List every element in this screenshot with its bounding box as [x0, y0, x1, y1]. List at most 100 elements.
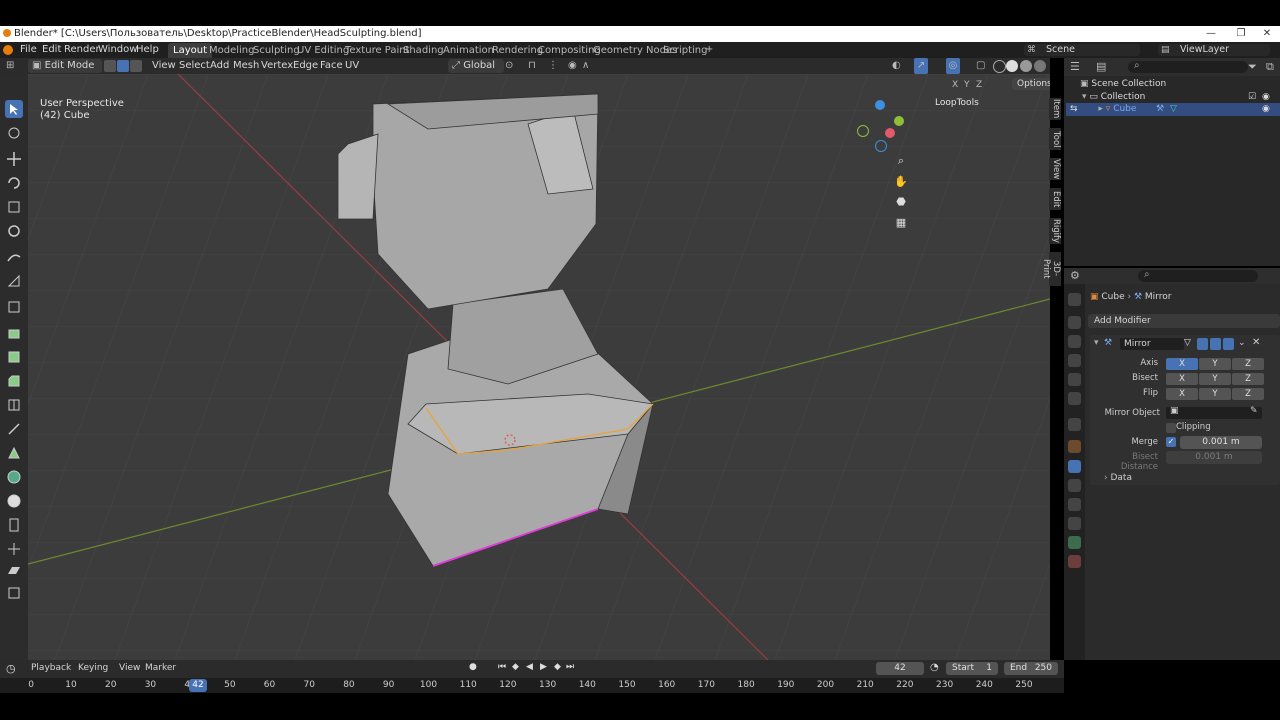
viewport-toggle-icon[interactable] [1210, 338, 1221, 350]
sidebar-tab-view[interactable]: View [1049, 158, 1061, 180]
ortho-grid-icon[interactable]: ▦ [890, 216, 912, 229]
outliner-editor-icon[interactable]: ☰ [1070, 60, 1080, 73]
cursor-tool-icon[interactable] [5, 124, 23, 142]
properties-editor-icon[interactable]: ⚙ [1070, 269, 1080, 282]
display-mode-icon[interactable]: ▤ [1096, 60, 1106, 73]
tool-props-tab-icon[interactable] [1068, 293, 1081, 306]
menu-view[interactable]: View [152, 58, 176, 74]
mirror-object-field[interactable]: ▣ ✎ [1166, 406, 1262, 419]
rip-tool-icon[interactable] [5, 584, 23, 602]
edge-slide-tool-icon[interactable] [5, 516, 23, 534]
vertex-select-icon[interactable] [104, 60, 116, 72]
bisect-y-toggle[interactable]: Y [1199, 373, 1231, 385]
mode-dropdown[interactable]: ▣ Edit Mode [28, 59, 102, 73]
properties-search-input[interactable]: ⌕ [1138, 269, 1258, 282]
constraints-props-tab-icon[interactable] [1068, 517, 1081, 530]
options-dropdown[interactable]: Options [1012, 78, 1050, 90]
clipping-checkbox[interactable] [1166, 423, 1176, 433]
menu-uv[interactable]: UV [345, 58, 359, 74]
bisect-z-toggle[interactable]: Z [1232, 373, 1264, 385]
shear-tool-icon[interactable] [5, 562, 23, 580]
wireframe-shading-icon[interactable] [993, 60, 1006, 73]
marker-menu[interactable]: Marker [145, 663, 176, 673]
3d-viewport[interactable]: User Perspective (42) Cube ⌕ ✋ ⬣ ▦ LoopT… [28, 74, 1050, 660]
collection-props-tab-icon[interactable] [1068, 418, 1081, 431]
sidebar-tab-3d-print[interactable]: 3D-Print [1041, 252, 1061, 286]
add-workspace-button[interactable]: + [701, 42, 717, 58]
modifier-menu-icon[interactable]: ⌄ [1238, 338, 1246, 348]
record-keyframe-icon[interactable]: ● [469, 662, 477, 672]
sidebar-tab-tool[interactable]: Tool [1049, 128, 1061, 150]
play-reverse-icon[interactable]: ◀ [526, 662, 533, 672]
visibility-icon[interactable]: ◐ [892, 58, 901, 74]
render-props-tab-icon[interactable] [1068, 316, 1081, 329]
axis-x-toggle[interactable]: X [1166, 358, 1198, 370]
outliner-search-input[interactable]: ⌕ [1128, 60, 1248, 73]
edit-cage-icon[interactable]: ▽ [1184, 338, 1195, 350]
filter-icon[interactable]: ⏷ [1248, 60, 1257, 74]
inset-tool-icon[interactable] [5, 348, 23, 366]
sidebar-tab-item[interactable]: Item [1049, 98, 1061, 120]
shrink-fatten-tool-icon[interactable] [5, 540, 23, 558]
edit-mode-toggle-icon[interactable] [1197, 338, 1208, 350]
add-modifier-button[interactable]: Add Modifier [1088, 314, 1280, 328]
loop-cut-tool-icon[interactable] [5, 396, 23, 414]
prev-keyframe-icon[interactable]: ◆ [512, 662, 519, 672]
annotate-tool-icon[interactable] [5, 248, 23, 266]
modifier-collapse-icon[interactable]: ▾ [1094, 338, 1099, 348]
knife-tool-icon[interactable] [5, 420, 23, 438]
outliner-cube-row[interactable]: ⇆ ▸ ▿ Cube ⚒ ▽ ◉ [1066, 103, 1280, 116]
gizmo-toggle-icon[interactable]: ↗ [914, 58, 928, 74]
data-subpanel[interactable]: › Data [1104, 473, 1132, 483]
looptools-label[interactable]: LoopTools [935, 98, 979, 108]
mirror-axis-y[interactable]: Y [964, 80, 970, 90]
material-props-tab-icon[interactable] [1068, 555, 1081, 568]
axis-y-toggle[interactable]: Y [1199, 358, 1231, 370]
pivot-point-icon[interactable]: ⊙ [505, 58, 513, 74]
move-tool-icon[interactable] [5, 150, 23, 168]
next-keyframe-icon[interactable]: ◆ [554, 662, 561, 672]
physics-props-tab-icon[interactable] [1068, 498, 1081, 511]
eyedropper-icon[interactable]: ✎ [1250, 406, 1258, 416]
solid-shading-icon[interactable] [1006, 60, 1018, 72]
bisect-distance-field[interactable]: 0.001 m [1166, 451, 1262, 464]
menu-edge[interactable]: Edge [293, 58, 318, 74]
start-frame-field[interactable]: Start 1 [946, 662, 998, 675]
transform-orientation-dropdown[interactable]: ⤢ Global [448, 59, 504, 73]
timeline-editor-icon[interactable]: ◷ [6, 662, 16, 675]
new-collection-icon[interactable]: ⧉ [1266, 60, 1274, 74]
menu-face[interactable]: Face [320, 58, 343, 74]
navigation-gizmo[interactable] [854, 100, 906, 152]
flip-z-toggle[interactable]: Z [1232, 388, 1264, 400]
merge-distance-field[interactable]: 0.001 m [1180, 436, 1262, 449]
scene-props-tab-icon[interactable] [1068, 373, 1081, 386]
menu-select[interactable]: Select [179, 58, 210, 74]
menu-mesh[interactable]: Mesh [233, 58, 259, 74]
merge-checkbox[interactable]: ✓ [1166, 437, 1176, 447]
output-props-tab-icon[interactable] [1068, 335, 1081, 348]
playback-menu[interactable]: Playback [31, 663, 71, 673]
particles-props-tab-icon[interactable] [1068, 479, 1081, 492]
face-select-icon[interactable] [130, 60, 142, 72]
blender-menu-icon[interactable] [3, 45, 13, 55]
close-button[interactable]: ✕ [1252, 26, 1280, 42]
editor-type-icon[interactable]: ⊞ [6, 58, 14, 74]
bevel-tool-icon[interactable] [5, 372, 23, 390]
current-frame-field[interactable]: 42 [876, 662, 924, 675]
smooth-tool-icon[interactable] [5, 492, 23, 510]
zoom-icon[interactable]: ⌕ [890, 154, 912, 168]
cube-visibility-icon[interactable]: ◉ [1262, 103, 1270, 116]
measure-tool-icon[interactable] [5, 272, 23, 290]
snap-target-icon[interactable]: ⋮ [548, 58, 558, 74]
view-layer-selector[interactable]: ▤ ViewLayer [1158, 44, 1270, 56]
gizmo-x-icon[interactable] [885, 128, 895, 138]
outliner-scene-collection[interactable]: ▣ Scene Collection [1080, 78, 1166, 91]
gizmo-y-icon[interactable] [894, 116, 904, 126]
menu-add[interactable]: Add [210, 58, 229, 74]
play-icon[interactable]: ▶ [540, 662, 547, 672]
menu-vertex[interactable]: Vertex [261, 58, 293, 74]
gizmo-neg-y-icon[interactable] [857, 125, 869, 137]
extrude-tool-icon[interactable] [5, 324, 23, 342]
keying-menu[interactable]: Keying [78, 663, 108, 673]
preview-range-icon[interactable]: ◔ [930, 662, 939, 673]
